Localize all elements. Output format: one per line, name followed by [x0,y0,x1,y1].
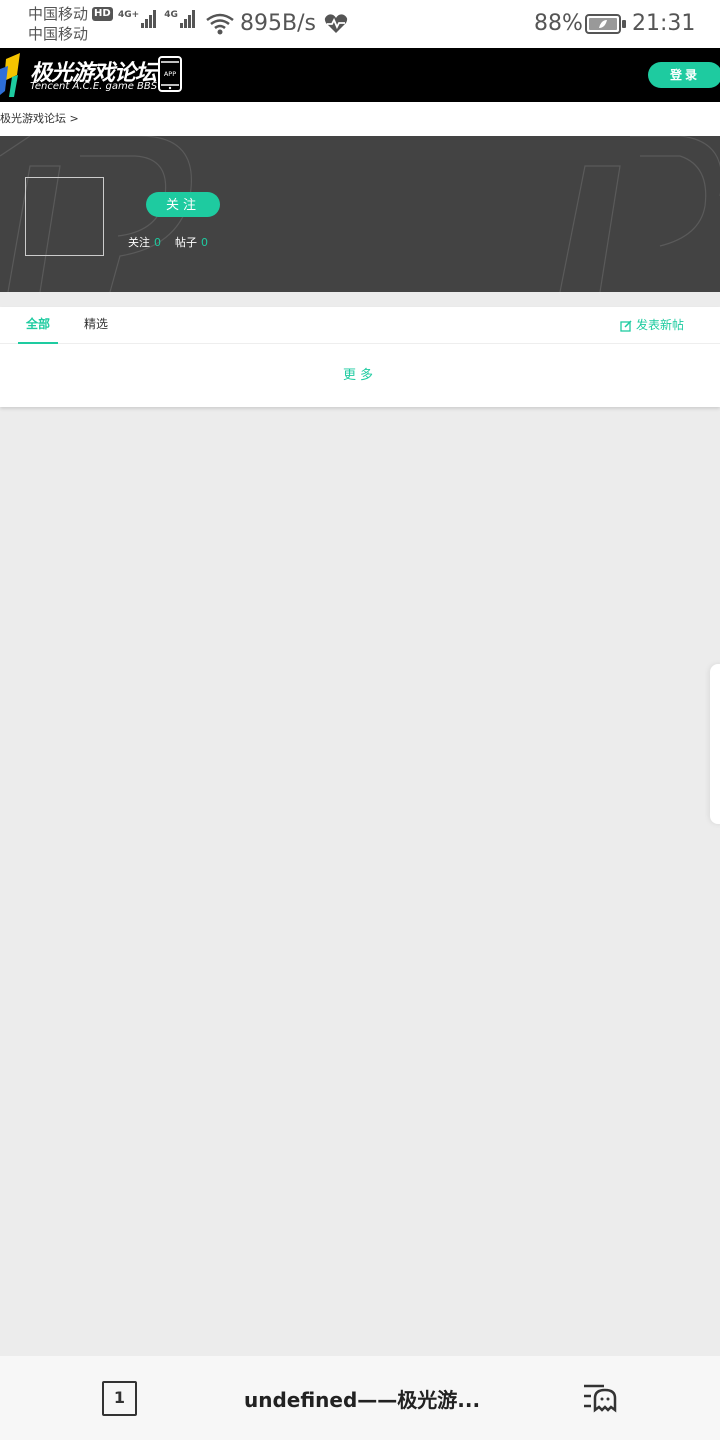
signal-group: 4G+ 4G [118,10,195,28]
site-header: 极光游戏论坛 Tencent A.C.E. game BBS APP 登录 [0,48,720,102]
stat-following: 关注 0 [128,236,161,249]
network-speed: 895B/s [240,11,316,36]
app-download-icon[interactable]: APP [158,56,182,92]
hd-badge: HD [92,7,113,21]
follow-button[interactable]: 关注 [146,192,220,217]
carrier-1: 中国移动 [28,5,89,23]
heart-rate-icon [324,14,348,33]
wifi-icon [206,13,234,35]
tab-featured[interactable]: 精选 [76,307,116,344]
clock: 21:31 [632,11,696,36]
edit-icon [620,319,632,332]
new-post-label: 发表新帖 [635,318,684,332]
breadcrumb-link[interactable]: 极光游戏论坛 > [0,112,79,125]
tab-all[interactable]: 全部 [18,307,58,344]
side-drawer-handle[interactable] [710,664,720,824]
banner-pattern [0,136,720,292]
stat-posts: 帖子 0 [175,236,208,249]
logo-icon [0,53,20,97]
load-more-button[interactable]: 更多 [0,344,720,407]
svg-text:APP: APP [164,70,176,78]
menu-icon[interactable] [582,1382,620,1414]
browser-bottom-bar: 1 undefined——极光游... [0,1356,720,1440]
new-post-button[interactable]: 发表新帖 [620,307,684,344]
status-bar: 中国移动 HD 中国移动 4G+ 4G 895B/s 88% 21:31 [0,0,720,48]
carrier-2: 中国移动 [28,25,89,43]
battery-percent: 88% [534,11,583,36]
signal-icon: 4G [164,10,195,28]
profile-banner: 关注 关注 0 帖子 0 [0,136,720,292]
profile-stats: 关注 0 帖子 0 [128,234,208,250]
login-button[interactable]: 登录 [648,62,720,88]
logo-subtitle: Tencent A.C.E. game BBS [30,81,158,92]
breadcrumb: 极光游戏论坛 > [0,102,720,136]
avatar[interactable] [25,177,104,256]
carrier-info: 中国移动 HD 中国移动 [28,4,113,44]
tab-bar: 全部 精选 发表新帖 [0,307,720,344]
page-title[interactable]: undefined——极光游... [244,1384,480,1413]
signal-icon: 4G+ [118,10,157,28]
posts-card: 全部 精选 发表新帖 更多 [0,307,720,407]
tab-count-button[interactable]: 1 [102,1381,137,1416]
battery-icon [585,14,626,34]
